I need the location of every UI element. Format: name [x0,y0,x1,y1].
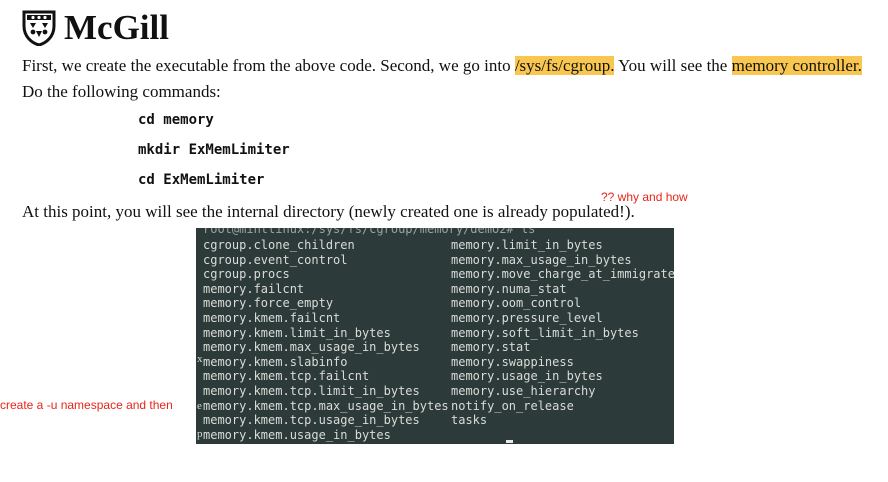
terminal-file-entry: memory.force_empty [203,296,334,311]
terminal-file-entry: memory.failcnt [203,281,305,296]
logo-wordmark: McGill [64,8,169,47]
terminal-file-entry: memory.kmem.max_usage_in_bytes [203,340,420,355]
command-line: cd ExMemLimiter [138,172,265,188]
terminal-file-entry: memory.soft_limit_in_bytes [451,325,639,340]
terminal-file-entry: memory.kmem.limit_in_bytes [203,325,391,340]
command-line: mkdir ExMemLimiter [138,142,290,158]
terminal-file-entry: cgroup.procs [203,267,290,282]
terminal-file-entry: memory.kmem.tcp.failcnt [203,369,370,384]
terminal-file-entry: memory.pressure_level [451,311,603,325]
terminal-file-entry: memory.stat [451,340,531,355]
terminal-cursor [506,440,513,443]
terminal-row: memory.kmem.limit_in_bytes memory.soft_li… [196,326,674,340]
terminal-file-entry: memory.kmem.slabinfo [203,354,348,369]
terminal-file-entry: memory.limit_in_bytes [451,238,603,252]
margin-mark: x [197,353,203,365]
terminal-file-entry: memory.oom_control [451,296,582,311]
terminal-row: memory.kmem.slabinfo memory.swappiness [196,355,674,369]
terminal-prompt: root@mintlinux:/sys/fs/cgroup/memory/dem… [203,228,536,236]
mcgill-logo: McGill [22,8,169,48]
terminal-screenshot: root@mintlinux:/sys/fs/cgroup/memory/dem… [196,228,674,444]
terminal-row: memory.failcnt memory.numa_stat [196,282,674,296]
shield-crest-icon [22,10,56,46]
terminal-file-entry: memory.numa_stat [451,281,567,296]
terminal-file-entry: tasks [451,413,488,428]
terminal-file-entry: memory.usage_in_bytes [451,369,603,384]
margin-mark: e [197,400,202,412]
paragraph-text-3: Do the following commands: [22,82,221,101]
terminal-row: cgroup.procs memory.move_charge_at_immigr… [196,267,674,281]
terminal-row: memory.kmem.tcp.limit_in_bytes memory.use… [196,384,674,398]
terminal-row: memory.kmem.failcnt memory.pressure_level [196,311,674,325]
terminal-file-entry: memory.kmem.tcp.max_usage_in_bytes [203,398,449,413]
paragraph-text-2: You will see the [614,56,732,75]
margin-mark: p [197,428,203,440]
annotation-namespace: create a -u namespace and then [0,398,173,412]
terminal-row: memory.kmem.usage_in_bytes [196,428,674,442]
terminal-file-entry: cgroup.event_control [203,252,348,267]
terminal-row: cgroup.clone_children memory.limit_in_byt… [196,238,674,252]
terminal-row: memory.kmem.tcp.usage_in_bytes tasks [196,413,674,427]
paragraph-text-1: First, we create the executable from the… [22,56,515,75]
terminal-row: memory.kmem.tcp.max_usage_in_bytes notify… [196,399,674,413]
command-line: cd memory [138,112,214,128]
terminal-file-entry: memory.kmem.tcp.usage_in_bytes [203,413,420,428]
terminal-file-entry: memory.kmem.usage_in_bytes [203,427,391,442]
terminal-file-entry: notify_on_release [451,398,574,413]
terminal-row: memory.kmem.tcp.failcnt memory.usage_in_b… [196,369,674,383]
terminal-file-entry: memory.move_charge_at_immigrate [451,267,674,282]
highlight-memory-controller: memory controller. [731,56,862,75]
terminal-file-entry: memory.kmem.tcp.limit_in_bytes [203,384,420,398]
terminal-file-entry: memory.max_usage_in_bytes [451,252,632,267]
terminal-file-entry: memory.kmem.failcnt [203,311,341,325]
terminal-row: memory.force_empty memory.oom_control [196,296,674,310]
intro-paragraph: First, we create the executable from the… [22,53,872,105]
terminal-file-entry: memory.use_hierarchy [451,384,596,398]
terminal-file-entry: cgroup.clone_children [203,238,355,252]
terminal-row: cgroup.event_control memory.max_usage_in_… [196,253,674,267]
terminal-row: memory.kmem.max_usage_in_bytes memory.sta… [196,340,674,354]
terminal-file-entry: memory.swappiness [451,354,574,369]
highlight-cgroup-path: /sys/fs/cgroup. [514,56,615,75]
body-text-line: At this point, you will see the internal… [22,202,635,221]
